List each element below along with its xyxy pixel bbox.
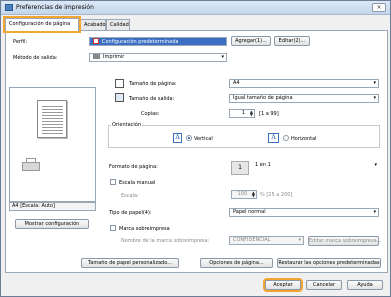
manual-scaling-checkbox[interactable] [110, 179, 116, 185]
landscape-label: Horizontal [291, 136, 317, 142]
output-method-value: Imprimir [103, 54, 125, 60]
copies-value: 1 [241, 110, 245, 116]
orientation-label: Orientación [111, 122, 143, 128]
paper-type-select[interactable]: Papel normal ▾ [229, 208, 379, 217]
printer-app-icon [5, 4, 13, 11]
profile-label: Perfil: [13, 39, 28, 45]
page-preview-sheet [37, 100, 67, 138]
page-size-label: Tamaño de página: [129, 81, 177, 87]
portrait-icon: A [173, 133, 182, 143]
copies-spinner[interactable]: 1 ▲ ▼ [229, 109, 255, 118]
scale-label: Escala: [121, 193, 139, 199]
orientation-group [108, 125, 380, 148]
copies-label: Copias: [141, 111, 160, 117]
add-profile-button[interactable]: Agregar(1)... [231, 36, 271, 46]
scale-range: % [25 a 200] [260, 192, 293, 198]
watermark-name-value: CONFIDENCIAL [233, 237, 271, 243]
scale-value: 100 [237, 191, 247, 197]
restore-defaults-button[interactable]: Restaurar las opciones predeterminadas [277, 258, 381, 268]
copies-range: [1 a 99] [259, 111, 279, 117]
output-size-select[interactable]: Igual tamaño de página ▾ [229, 94, 379, 103]
scale-spinner[interactable]: 100 ▲ ▼ [231, 190, 257, 199]
chevron-down-icon: ▾ [373, 80, 376, 86]
output-size-value: Igual tamaño de página [233, 95, 293, 101]
landscape-radio[interactable] [283, 135, 289, 141]
watermark-checkbox[interactable] [110, 225, 116, 231]
tab-page-setup[interactable]: Configuración de página [3, 16, 81, 33]
page-layout-select[interactable]: 1 en 1 ▾ [252, 162, 379, 171]
watermark-name-label: Nombre de la marca sobreimpresa: [121, 238, 210, 244]
nup-layout-icon: 1 [231, 161, 249, 175]
page-size-select[interactable]: A4 ▾ [229, 79, 379, 88]
show-settings-button[interactable]: Mostrar configuración [15, 219, 89, 229]
profile-select[interactable]: Configuración predeterminada ▾ [89, 37, 227, 46]
watermark-label: Marca sobreimpresa [119, 226, 170, 232]
page-size-value: A4 [233, 80, 240, 86]
output-size-label: Tamaño de salida: [129, 96, 175, 102]
custom-paper-size-button[interactable]: Tamaño de papel personalizado... [81, 258, 179, 268]
page-size-icon [115, 79, 124, 88]
spinner-arrows-icon[interactable]: ▲ ▼ [252, 191, 255, 198]
printer-icon [93, 54, 100, 59]
chevron-down-icon: ▾ [373, 209, 376, 215]
edit-watermark-button[interactable]: Editar marca sobreimpresa... [308, 236, 381, 246]
output-size-icon [115, 93, 124, 102]
paper-type-label: Tipo de papel(4): [109, 210, 152, 216]
print-preferences-window: Preferencias de impresión × Configuració… [0, 0, 391, 297]
output-method-label: Método de salida: [13, 55, 58, 61]
chevron-down-icon: ▾ [373, 95, 376, 101]
landscape-icon: A [268, 133, 279, 143]
profile-value: Configuración predeterminada [102, 39, 179, 45]
output-method-select[interactable]: Imprimir ▾ [89, 53, 227, 62]
cancel-button[interactable]: Cancelar [306, 280, 342, 290]
chevron-down-icon: ▾ [221, 54, 224, 60]
edit-profile-button[interactable]: Editar(2)... [274, 36, 310, 46]
portrait-label: Vertical [194, 136, 213, 142]
title-bar: Preferencias de impresión × [1, 1, 390, 15]
page-options-button[interactable]: Opciones de página... [200, 258, 273, 268]
window-title: Preferencias de impresión [16, 4, 94, 11]
chevron-down-icon: ▾ [374, 162, 377, 168]
page-layout-label: Formato de página: [109, 164, 158, 170]
chevron-down-icon: ▾ [298, 237, 301, 243]
close-button[interactable]: × [372, 3, 386, 12]
preview-status: A4 [Escala: Auto] [9, 202, 96, 211]
portrait-radio[interactable] [186, 135, 192, 141]
page-layout-value: 1 en 1 [255, 162, 271, 168]
manual-scaling-label: Escala manual [119, 180, 156, 186]
spinner-arrows-icon[interactable]: ▲ ▼ [250, 110, 253, 117]
watermark-name-select[interactable]: CONFIDENCIAL ▾ [229, 236, 304, 245]
printer-device-icon [22, 158, 40, 172]
profile-icon [93, 38, 99, 44]
page-preview [9, 87, 96, 202]
help-button[interactable]: Ayuda [347, 280, 383, 290]
paper-type-value: Papel normal [233, 209, 266, 215]
ok-button[interactable]: Aceptar [263, 278, 303, 292]
